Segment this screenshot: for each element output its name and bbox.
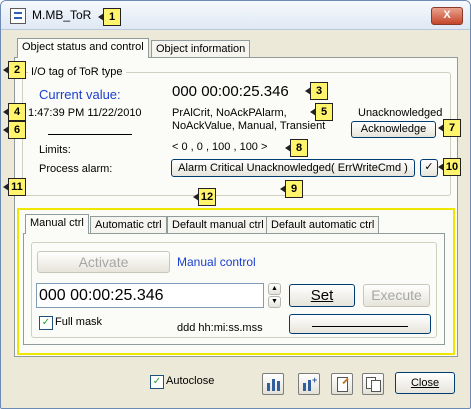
confirm-alarm-button[interactable]: ✓ [420, 159, 438, 177]
dialog-window: M.MB_ToR X Object status and control Obj… [0, 0, 471, 409]
callout-badge: 7 [438, 119, 461, 137]
status-flags-line1: PrAlCrit, NoAckPAlarm, [172, 107, 287, 119]
callout-badge: 8 [285, 139, 308, 157]
autoclose-label: Autoclose [166, 375, 215, 387]
callout-badge: 6 [3, 121, 26, 139]
callout-badge: 5 [310, 103, 333, 121]
limits-value: < 0 , 0 , 100 , 100 > [172, 141, 268, 153]
ack-status: Unacknowledged [358, 107, 443, 119]
title-bar[interactable]: M.MB_ToR X [1, 1, 470, 30]
process-alarm-label: Process alarm: [39, 163, 113, 175]
callout-badge: 3 [305, 82, 328, 100]
callout-badge: 9 [280, 180, 303, 198]
current-value: 000 00:00:25.346 [172, 83, 289, 100]
tab-object-status[interactable]: Object status and control [17, 38, 149, 58]
status-flags-line2: NoAckValue, Manual, Transient [172, 120, 326, 132]
close-window-button[interactable]: X [431, 7, 463, 25]
separator-line [48, 134, 132, 135]
callout-badge: 10 [438, 158, 461, 176]
copy-icon[interactable] [362, 373, 384, 395]
app-icon [10, 8, 26, 24]
trend-add-icon[interactable]: + [298, 373, 320, 395]
window-title: M.MB_ToR [32, 8, 92, 22]
edit-document-icon[interactable] [331, 373, 353, 395]
tab-object-information[interactable]: Object information [151, 40, 251, 58]
tab-manual-ctrl[interactable]: Manual ctrl [25, 214, 89, 234]
autoclose-checkbox[interactable]: ✓ [150, 375, 164, 389]
timestamp: 1:47:39 PM 11/22/2010 [28, 107, 142, 119]
close-button[interactable]: Close [395, 372, 455, 394]
bar-chart-icon[interactable] [262, 373, 284, 395]
callout-badge: 2 [3, 61, 26, 79]
io-tag-label: I/O tag of ToR type [28, 66, 126, 78]
callout-badge: 11 [3, 178, 26, 196]
callout-badge: 1 [98, 8, 121, 26]
acknowledge-button[interactable]: Acknowledge [351, 121, 436, 138]
callout-badge: 12 [193, 188, 216, 206]
process-alarm-field[interactable]: Alarm Critical Unacknowledged( ErrWriteC… [171, 159, 415, 177]
current-value-label: Current value: [39, 87, 121, 102]
checkmark-icon: ✓ [424, 161, 434, 173]
limits-label: Limits: [39, 144, 71, 156]
callout-badge: 4 [3, 103, 26, 121]
